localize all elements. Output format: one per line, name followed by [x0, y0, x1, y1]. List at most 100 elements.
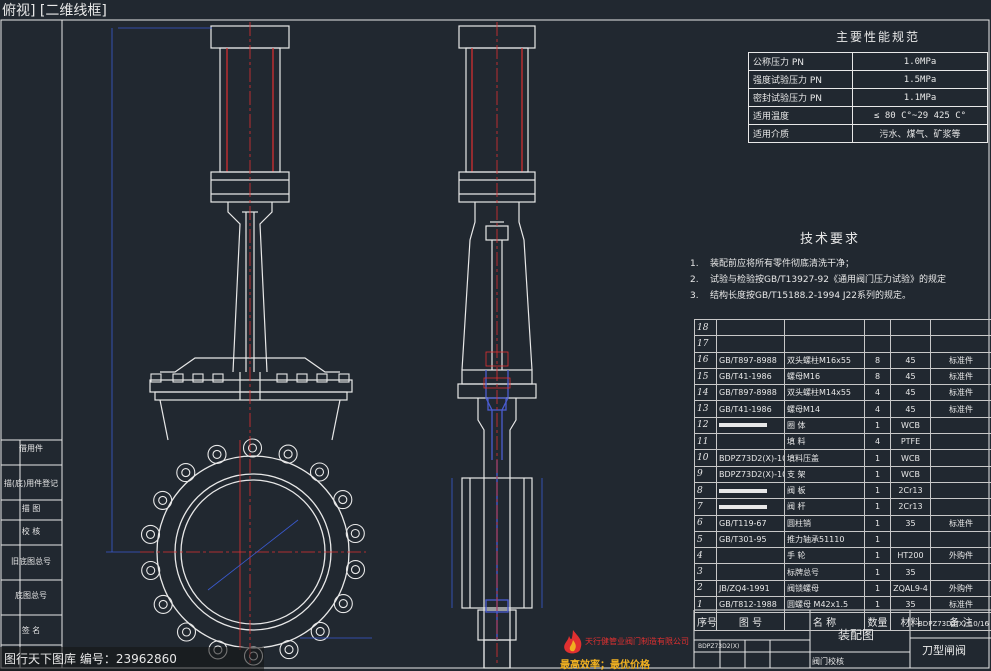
bom-cell-no: 17 — [694, 335, 717, 353]
bom-cell-code — [716, 416, 785, 435]
bom-cell-mat — [890, 530, 931, 549]
bom-cell-qty: 8 — [864, 367, 891, 386]
bolt-hole — [314, 467, 325, 477]
bom-cell-no: 15 — [694, 367, 717, 386]
bom-cell-name: 填料压盖 — [784, 449, 865, 467]
bom-cell-mat: WCB — [890, 416, 931, 435]
flange-lug — [153, 594, 173, 614]
bom-cell-code — [716, 318, 785, 337]
bom-cell-code — [716, 335, 785, 353]
flange-lug — [141, 560, 161, 581]
side-label: 签 名 — [21, 626, 41, 635]
flange-lug — [345, 560, 366, 580]
bolt-hole — [158, 495, 168, 505]
bolt-hole — [181, 627, 192, 637]
drawing-title: 装配图 — [838, 628, 875, 642]
bom-cell-note: 标准件 — [930, 514, 991, 532]
side-block — [1, 439, 62, 646]
bom-row: 15 GB/T41-1986 螺母M16 8 45 标准件 — [694, 367, 991, 386]
bom-cell-qty: 1 — [864, 579, 891, 598]
bolt-hole — [158, 599, 168, 609]
bom-cell-mat: 2Cr13 — [890, 481, 931, 500]
bom-row: 14 GB/T897-8988 双头螺柱M14x55 4 45 标准件 — [694, 384, 991, 402]
bom-row: 4 手 轮 1 HT200 外购件 — [694, 547, 991, 565]
bom-cell-code: GB/T119-67 — [716, 514, 785, 532]
bom-row: 3 标牌总号 1 35 — [694, 563, 991, 581]
bom-row: 7 阀 杆 1 2Cr13 — [694, 498, 991, 516]
tech-item: 1. 装配前应将所有零件彻底清洗干净； — [690, 259, 855, 269]
side-label: 校 核 — [21, 527, 41, 536]
bom-row: 18 — [694, 318, 991, 337]
bom-cell-name: 双头螺柱M16x55 — [784, 351, 865, 369]
redacted-bar — [719, 423, 767, 428]
bolt-hole — [146, 565, 156, 576]
bom-cell-note — [930, 335, 991, 353]
bom-cell-name — [784, 318, 865, 337]
bom-cell-no: 13 — [694, 400, 717, 418]
bom-cell-mat: HT200 — [890, 547, 931, 565]
spec-table: 公称压力 PN 1.0MPa 强度试验压力 PN 1.5MPa 密封试验压力 PN 1… — [747, 52, 988, 143]
bom-cell-name: 支 架 — [784, 465, 865, 483]
bom-row: 11 填 料 4 PTFE — [694, 433, 991, 451]
bom-cell-name: 圆柱销 — [784, 514, 865, 532]
spec-row: 适用介质 污水、煤气、矿浆等 — [747, 124, 988, 143]
bolt-hole — [315, 626, 325, 636]
bolt-hole — [350, 528, 360, 539]
bom-cell-name: 螺母M16 — [784, 367, 865, 386]
spec-row: 密封试验压力 PN 1.1MPa — [747, 88, 988, 107]
bom-row: 9BDPZ73D2(X)-10/16支 架1WCB — [694, 465, 991, 483]
bom-cell-note: 外购件 — [930, 579, 991, 598]
bom-cell-qty: 1 — [864, 596, 891, 614]
bom-row: 13 GB/T41-1986 螺母M14 4 45 标准件 — [694, 400, 991, 418]
bom-cell-note: 标准件 — [930, 400, 991, 418]
bom-row: 6 GB/T119-67 圆柱销 1 35 标准件 — [694, 514, 991, 532]
bom-cell-name — [784, 335, 865, 353]
bom-cell-no: 18 — [694, 318, 717, 337]
bom-cell-mat: 45 — [890, 384, 931, 402]
bom-cell-no: 16 — [694, 351, 717, 369]
bom-cell-code: GB/T897-8988 — [716, 351, 785, 369]
flange-lug — [309, 462, 330, 482]
tech-requirements: 1. 装配前应将所有零件彻底清洗干净； 2. 试验与检验按GB/T13927-92《… — [690, 256, 991, 304]
bom-cell-name: 圆螺母 M42x1.5 — [784, 596, 865, 614]
flange-lug — [333, 490, 353, 510]
bom-cell-no: 7 — [694, 498, 717, 516]
side-label: 借用件 — [19, 444, 43, 453]
bom-cell-no: 8 — [694, 481, 717, 500]
bom-cell-code: GB/T897-8988 — [716, 384, 785, 402]
title-block-check: 阀门校核 — [812, 657, 844, 666]
bom-cell-mat: 35 — [890, 563, 931, 581]
bolt-hole — [350, 565, 361, 575]
bom-cell-no: 10 — [694, 449, 717, 467]
bom-cell-no: 9 — [694, 465, 717, 483]
bom-cell-mat: 45 — [890, 400, 931, 418]
viewport-label[interactable]: 俯视] [二维线框] — [2, 0, 107, 20]
bom-row: 2 JB/ZQ4-1991 阀锁螺母 1 ZQAL9-4 外购件 — [694, 579, 991, 598]
flange-lug — [333, 594, 353, 614]
bom-cell-note: 外购件 — [930, 547, 991, 565]
flange-lug — [242, 438, 263, 458]
bom-cell-no: 3 — [694, 563, 717, 581]
bom-cell-no: 14 — [694, 384, 717, 402]
bom-row: 10BDPZ73D2(X)-10/16填料压盖1WCB — [694, 449, 991, 467]
bom-cell-qty: 1 — [864, 465, 891, 483]
bom-cell-no: 11 — [694, 433, 717, 451]
flange-lug — [279, 640, 299, 660]
tech-item: 3. 结构长度按GB/T15188.2-1994 J22系列的规定。 — [690, 291, 912, 301]
bom-cell-mat: ZQAL9-4 — [890, 579, 931, 598]
flame-logo-icon — [564, 630, 582, 654]
cad-drawing-viewport[interactable]: { "viewport_label": "俯视] [二维线框]", "spec_… — [0, 0, 991, 671]
bom-cell-name: 手 轮 — [784, 547, 865, 565]
bom-cell-code: GB/T41-1986 — [716, 400, 785, 418]
bom-cell-name: 双头螺柱M14x55 — [784, 384, 865, 402]
front-centerlines — [106, 22, 372, 665]
bom-cell-qty: 1 — [864, 530, 891, 549]
bom-cell-mat: WCB — [890, 465, 931, 483]
bom-cell-code — [716, 433, 785, 451]
side-label: 旧底图总号 — [11, 557, 51, 566]
front-view — [149, 25, 353, 441]
bom-cell-mat: 2Cr13 — [890, 498, 931, 516]
bom-cell-code — [716, 498, 785, 516]
bom-cell-code: GB/T812-1988 — [716, 596, 785, 614]
bom-cell-qty: 1 — [864, 449, 891, 467]
